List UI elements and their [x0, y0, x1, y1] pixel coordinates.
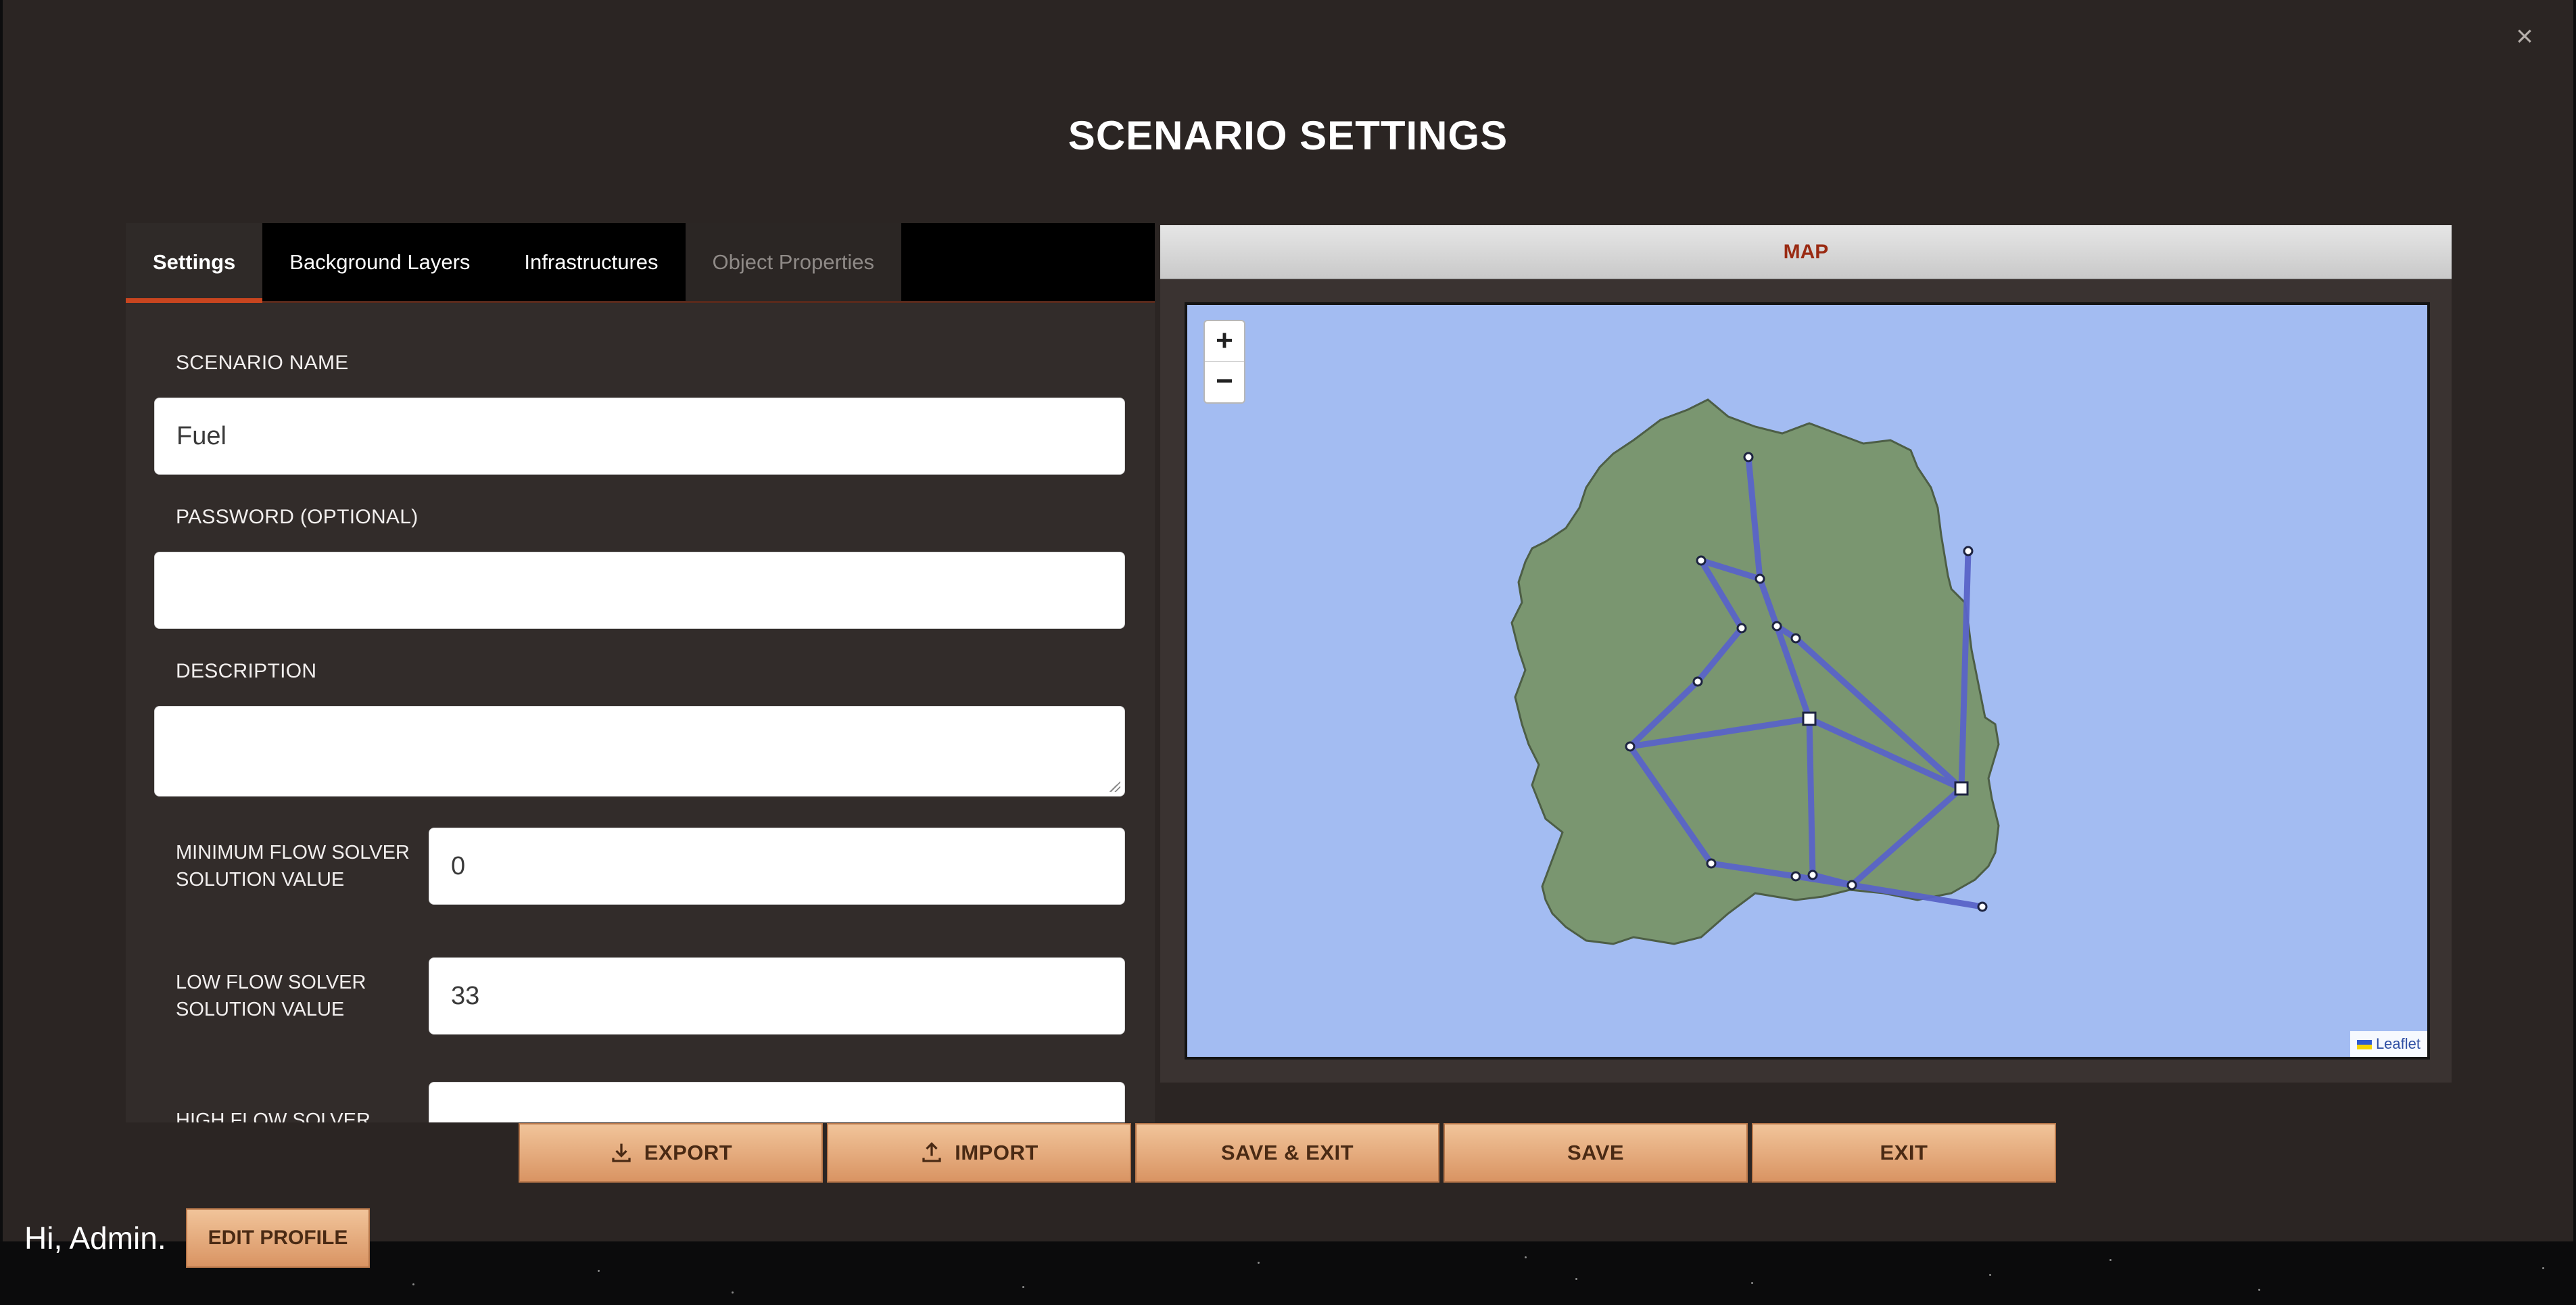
resize-handle-icon[interactable] — [1110, 781, 1120, 792]
island-landmass — [1510, 398, 2000, 945]
settings-form: SCENARIO NAME Fuel PASSWORD (OPTIONAL) D… — [126, 303, 1155, 1122]
map-panel: MAP + − Leaflet — [1160, 225, 2452, 1083]
low-flow-label: LOW FLOW SOLVER SOLUTION VALUE — [176, 972, 366, 1020]
password-input[interactable] — [154, 552, 1125, 629]
action-bar: EXPORT IMPORT SAVE & EXIT SAVE EXIT — [519, 1123, 2056, 1183]
low-flow-row: LOW FLOW SOLVER SOLUTION VALUE 33 — [154, 957, 1126, 1035]
high-flow-row: HIGH FLOW SOLVER — [154, 1082, 1126, 1122]
map-canvas[interactable] — [1187, 305, 2427, 1057]
ukraine-flag-icon — [2356, 1040, 2372, 1050]
save-and-exit-button[interactable]: SAVE & EXIT — [1135, 1123, 1439, 1183]
tab-bar: Settings Background Layers Infrastructur… — [126, 223, 1155, 303]
scenario-name-label: SCENARIO NAME — [176, 352, 349, 374]
upload-icon — [922, 1142, 941, 1162]
map-facility[interactable] — [1954, 781, 1969, 796]
min-flow-label: MINIMUM FLOW SOLVER SOLUTION VALUE — [176, 842, 410, 891]
edit-profile-button[interactable]: EDIT PROFILE — [186, 1208, 370, 1268]
exit-button[interactable]: EXIT — [1752, 1123, 2056, 1183]
map-node[interactable] — [1790, 871, 1801, 882]
description-label: DESCRIPTION — [176, 660, 317, 682]
zoom-out-button[interactable]: − — [1205, 362, 1244, 402]
map-view[interactable]: + − Leaflet — [1185, 302, 2430, 1060]
exit-label: EXIT — [1880, 1141, 1928, 1164]
starfield-background — [0, 1241, 2576, 1305]
map-node[interactable] — [1977, 901, 1988, 912]
map-node[interactable] — [1807, 870, 1818, 880]
high-flow-label: HIGH FLOW SOLVER — [176, 1110, 371, 1122]
close-icon[interactable]: × — [2512, 22, 2537, 51]
map-node[interactable] — [1625, 741, 1636, 752]
min-flow-input[interactable]: 0 — [429, 828, 1125, 905]
save-label: SAVE — [1567, 1141, 1625, 1164]
tab-settings[interactable]: Settings — [126, 223, 263, 303]
map-node[interactable] — [1736, 623, 1747, 634]
map-node[interactable] — [1692, 676, 1703, 687]
user-greeting: Hi, Admin. — [24, 1220, 166, 1256]
password-label: PASSWORD (OPTIONAL) — [176, 506, 419, 528]
import-label: IMPORT — [955, 1141, 1039, 1164]
min-flow-row: MINIMUM FLOW SOLVER SOLUTION VALUE 0 — [154, 828, 1126, 905]
export-button[interactable]: EXPORT — [519, 1123, 823, 1183]
map-node[interactable] — [1963, 546, 1974, 556]
map-attribution[interactable]: Leaflet — [2350, 1031, 2427, 1057]
tab-background-layers[interactable]: Background Layers — [262, 223, 497, 301]
map-node[interactable] — [1846, 880, 1857, 891]
map-node[interactable] — [1790, 633, 1801, 644]
import-button[interactable]: IMPORT — [827, 1123, 1131, 1183]
map-node[interactable] — [1696, 555, 1707, 566]
settings-panel: Settings Background Layers Infrastructur… — [126, 223, 1155, 1122]
map-node[interactable] — [1706, 858, 1717, 869]
map-node[interactable] — [1755, 573, 1765, 584]
description-textarea[interactable] — [154, 706, 1125, 797]
map-header: MAP — [1160, 225, 2452, 279]
zoom-control: + − — [1203, 320, 1245, 404]
scenario-settings-modal: × SCENARIO SETTINGS Settings Background … — [3, 0, 2573, 1241]
save-exit-label: SAVE & EXIT — [1220, 1141, 1354, 1164]
tab-object-properties[interactable]: Object Properties — [685, 223, 902, 301]
zoom-in-button[interactable]: + — [1205, 321, 1244, 362]
scenario-name-input[interactable]: Fuel — [154, 398, 1125, 475]
download-icon — [612, 1143, 631, 1162]
tab-infrastructures[interactable]: Infrastructures — [497, 223, 685, 301]
map-node[interactable] — [1743, 452, 1754, 462]
export-label: EXPORT — [644, 1141, 733, 1164]
map-facility[interactable] — [1802, 711, 1817, 726]
low-flow-input[interactable]: 33 — [429, 957, 1125, 1035]
page-title: SCENARIO SETTINGS — [1068, 113, 1508, 158]
leaflet-link[interactable]: Leaflet — [2376, 1035, 2420, 1052]
map-node[interactable] — [1771, 621, 1782, 632]
high-flow-input[interactable] — [429, 1082, 1125, 1122]
save-button[interactable]: SAVE — [1444, 1123, 1748, 1183]
